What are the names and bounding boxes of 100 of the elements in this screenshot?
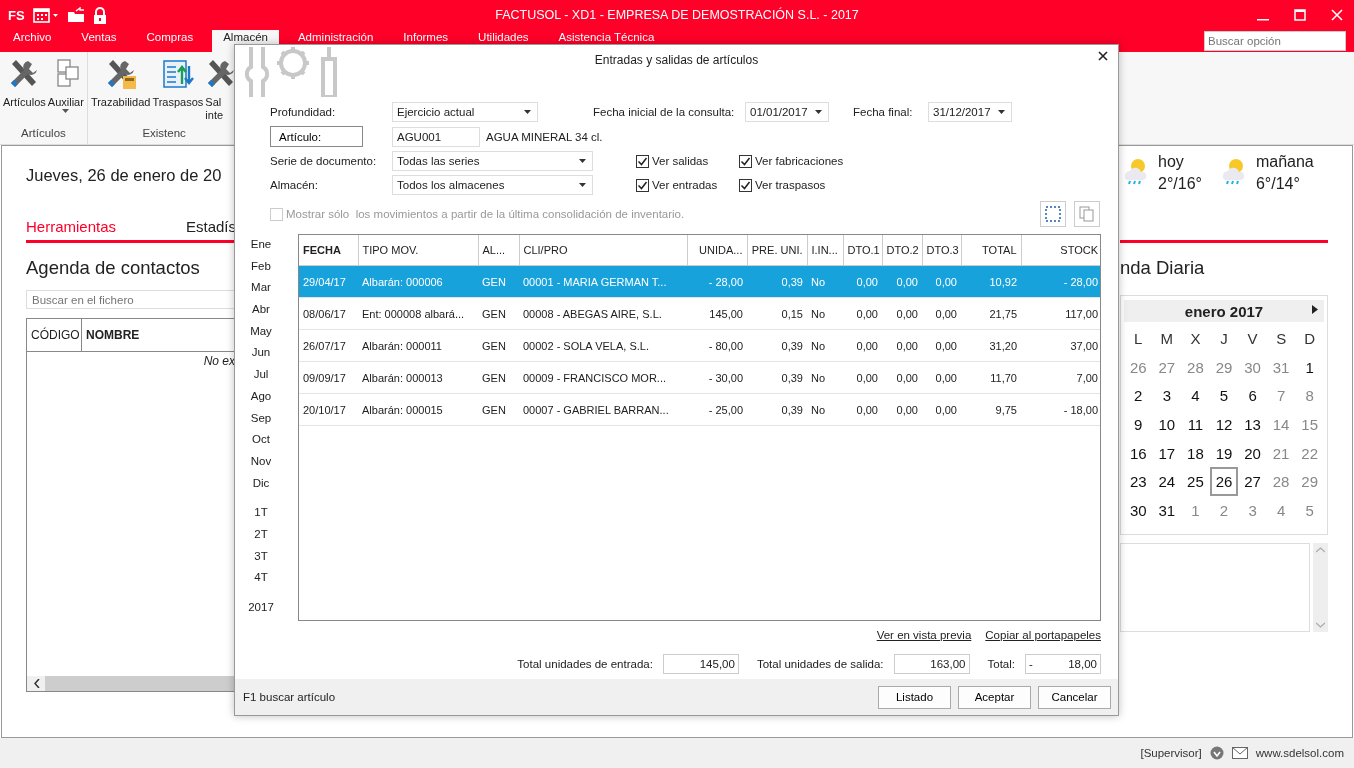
calendar-day[interactable]: 23 xyxy=(1124,467,1153,497)
table-row[interactable]: 09/09/17 Albarán: 000013 GEN 00009 - FRANCISCO MOR... - 30,00 0,39 No 0,00 0,00 0,00 11,70 7,00 xyxy=(299,361,1100,394)
search-field[interactable]: Buscar en el fichero xyxy=(26,290,236,309)
calendar-icon[interactable] xyxy=(32,7,59,23)
link[interactable]: Copiar al portapapeles xyxy=(985,629,1101,645)
calendar-day[interactable]: 30 xyxy=(1124,496,1153,525)
date-field[interactable]: 31/12/2017 xyxy=(928,102,1012,122)
calendar-day[interactable]: 24 xyxy=(1152,467,1182,497)
calendar-day[interactable]: 22 xyxy=(1295,438,1324,468)
month-link[interactable]: Dic xyxy=(252,472,270,495)
calendar-day[interactable]: 10 xyxy=(1152,410,1182,439)
menu-tab[interactable]: Ventas xyxy=(70,30,128,52)
calendar-day[interactable]: 14 xyxy=(1266,410,1296,439)
calendar-day[interactable]: 31 xyxy=(1266,352,1296,382)
quarter-link[interactable]: 3T xyxy=(254,545,268,568)
next-month-icon[interactable] xyxy=(1312,305,1318,314)
column-header[interactable]: NOMBRE xyxy=(82,319,144,351)
calendar-day[interactable]: 8 xyxy=(1295,381,1324,411)
month-link[interactable]: Ago xyxy=(250,385,272,408)
calendar-day[interactable]: 30 xyxy=(1238,352,1267,382)
quarter-link[interactable]: 1T xyxy=(254,502,268,524)
calendar-day[interactable]: 28 xyxy=(1266,467,1296,497)
dropdown-field[interactable]: Todas las series xyxy=(392,151,593,171)
menu-tab[interactable]: Informes xyxy=(392,30,460,52)
calendar-day[interactable]: 4 xyxy=(1266,496,1296,525)
article-button[interactable]: Artículo: xyxy=(270,126,363,147)
lock-icon[interactable] xyxy=(92,6,107,24)
calendar-day[interactable]: 29 xyxy=(1209,352,1239,382)
calendar-day[interactable]: 26 xyxy=(1124,352,1153,382)
month-link[interactable]: Mar xyxy=(251,277,271,300)
dropdown-field[interactable]: Ejercicio actual xyxy=(392,102,538,122)
calendar-day[interactable]: 13 xyxy=(1238,410,1267,439)
calendar-day[interactable]: 12 xyxy=(1209,410,1239,439)
table-row[interactable]: 26/07/17 Albarán: 000011 GEN 00002 - SOLA VELA, S.L. - 80,00 0,39 No 0,00 0,00 0,00 31,20 37,00 xyxy=(299,329,1100,362)
column-header[interactable]: DTO.3 xyxy=(922,235,961,266)
column-header[interactable]: TIPO MOV. xyxy=(358,235,478,266)
calendar-day[interactable]: 9 xyxy=(1124,410,1153,439)
month-link[interactable]: Jul xyxy=(253,364,269,386)
calendar-day[interactable]: 11 xyxy=(1181,410,1210,439)
tab[interactable]: Estadís xyxy=(185,212,236,240)
quarter-link[interactable]: 2T xyxy=(254,523,268,546)
month-link[interactable]: Nov xyxy=(250,450,272,473)
calendar-day[interactable]: 7 xyxy=(1266,381,1296,411)
month-link[interactable]: Jun xyxy=(251,342,271,365)
calendar-day[interactable]: 1 xyxy=(1295,352,1324,382)
calendar-day[interactable]: 28 xyxy=(1181,352,1210,382)
column-header[interactable]: DTO.1 xyxy=(843,235,882,266)
ribbon-button[interactable]: Traspasos xyxy=(151,58,205,127)
calendar-day[interactable]: 5 xyxy=(1209,381,1239,411)
column-header[interactable]: DTO.2 xyxy=(882,235,922,266)
column-header[interactable]: FECHA xyxy=(299,235,358,266)
calendar-day[interactable]: 31 xyxy=(1152,496,1182,525)
column-header[interactable]: CLI/PRO xyxy=(519,235,687,266)
article-code-field[interactable]: AGU001 xyxy=(392,126,480,147)
dialog-button[interactable]: Aceptar xyxy=(958,685,1031,709)
calendar-day[interactable]: 29 xyxy=(1295,467,1324,497)
menu-tab[interactable]: Asistencia Técnica xyxy=(547,30,666,52)
dialog-button[interactable]: Cancelar xyxy=(1038,685,1111,709)
scrollbar[interactable] xyxy=(27,676,236,691)
year-link[interactable]: 2017 xyxy=(248,597,274,619)
column-header[interactable]: STOCK xyxy=(1021,235,1100,266)
column-header[interactable]: AL... xyxy=(478,235,519,266)
table-row[interactable]: 20/10/17 Albarán: 000015 GEN 00007 - GABRIEL BARRAN... - 25,00 0,39 No 0,00 0,00 0,00 9,75 - 18,00 xyxy=(299,393,1100,426)
menu-tab[interactable]: Administración xyxy=(286,30,385,52)
ribbon-button[interactable]: Auxiliar xyxy=(46,58,85,127)
month-link[interactable]: Ene xyxy=(250,234,272,256)
month-link[interactable]: Abr xyxy=(252,299,270,321)
column-header[interactable]: UNIDA... xyxy=(687,235,747,266)
select-area-button[interactable] xyxy=(1040,201,1066,227)
calendar-day[interactable]: 4 xyxy=(1181,381,1210,411)
column-header[interactable]: I.IN... xyxy=(807,235,843,266)
calendar-day[interactable]: 25 xyxy=(1181,467,1210,497)
calendar-day[interactable]: 3 xyxy=(1152,381,1182,411)
checkbox[interactable]: Ver entradas xyxy=(636,178,739,192)
maximize-icon[interactable] xyxy=(1294,9,1306,21)
mail-icon[interactable] xyxy=(1231,747,1248,759)
calendar-day[interactable]: 26 xyxy=(1209,467,1239,497)
calendar-day[interactable]: 6 xyxy=(1238,381,1267,411)
month-link[interactable]: Sep xyxy=(250,407,272,430)
month-link[interactable]: Oct xyxy=(252,429,270,451)
ribbon-button[interactable]: Artículos xyxy=(2,58,47,127)
dialog-button[interactable]: Listado xyxy=(878,685,951,709)
calendar-day[interactable]: 19 xyxy=(1209,438,1239,468)
calendar-day[interactable]: 21 xyxy=(1266,438,1296,468)
menu-tab[interactable]: Compras xyxy=(135,30,205,52)
calendar-day[interactable]: 3 xyxy=(1238,496,1267,525)
calendar-day[interactable]: 27 xyxy=(1152,352,1182,382)
calendar-day[interactable]: 2 xyxy=(1209,496,1239,525)
calendar-day[interactable]: 15 xyxy=(1295,410,1324,439)
calendar-day[interactable]: 18 xyxy=(1181,438,1210,468)
date-field[interactable]: 01/01/2017 xyxy=(745,102,829,122)
calendar-day[interactable]: 16 xyxy=(1124,438,1153,468)
ribbon-button[interactable]: Trazabilidad xyxy=(89,58,152,127)
calendar-day[interactable]: 2 xyxy=(1124,381,1153,411)
column-header[interactable]: TOTAL xyxy=(961,235,1021,266)
website-link[interactable]: www.sdelsol.com xyxy=(1255,747,1344,759)
checkbox[interactable]: Ver salidas xyxy=(636,154,739,168)
column-header[interactable]: PRE. UNI. xyxy=(747,235,807,266)
calendar-day[interactable]: 20 xyxy=(1238,438,1267,468)
calendar-day[interactable]: 5 xyxy=(1295,496,1324,525)
